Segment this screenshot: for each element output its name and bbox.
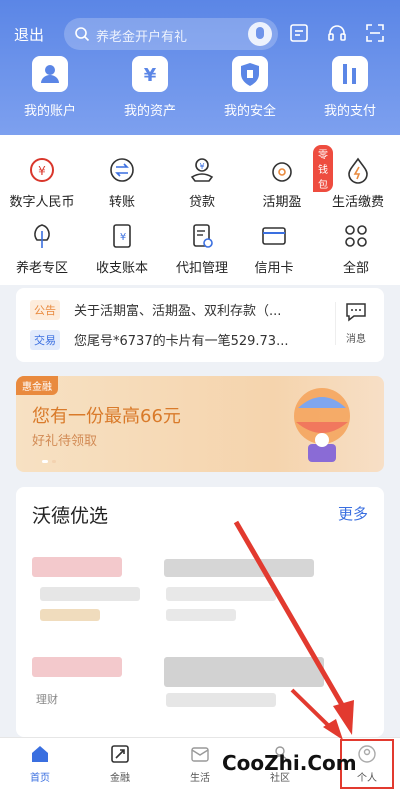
digital-rmb-icon: ¥	[27, 155, 57, 185]
service-loan[interactable]: ¥ 贷款	[162, 155, 242, 210]
blurred-content	[32, 657, 122, 677]
carousel-dot	[52, 460, 56, 463]
carousel-dot	[42, 460, 48, 463]
banner-logo: 惠金融	[16, 376, 58, 395]
watermark: CooZhi.Com	[222, 751, 357, 775]
headset-icon[interactable]	[326, 22, 348, 44]
transaction-tag: 交易	[30, 330, 60, 350]
service-label: 信用卡	[254, 261, 294, 276]
header: 退出 养老金开户有礼 我的账户 ¥ 我的资产 我的安全 我的支付	[0, 0, 400, 135]
quick-my-security[interactable]: 我的安全	[200, 56, 300, 128]
document-icon	[187, 221, 217, 251]
blurred-content	[40, 587, 140, 601]
service-label: 生活缴费	[331, 195, 384, 210]
blurred-content	[40, 609, 100, 621]
yuan-icon: ¥	[132, 56, 168, 92]
quick-my-account[interactable]: 我的账户	[0, 56, 100, 128]
tab-label: 首页	[30, 773, 50, 784]
svg-text:¥: ¥	[120, 232, 126, 243]
service-huoqiying[interactable]: 零钱包 活期盈	[242, 145, 333, 210]
tab-finance[interactable]: 金融	[80, 744, 160, 784]
message-button[interactable]: 消息	[335, 302, 376, 345]
service-credit-card[interactable]: 信用卡	[234, 221, 314, 276]
service-label: 养老专区	[15, 261, 68, 276]
svg-text:¥: ¥	[144, 65, 157, 86]
service-label: 收支账本	[95, 261, 148, 276]
top-bar: 退出 养老金开户有礼	[0, 14, 400, 54]
blurred-content	[164, 559, 314, 577]
service-pension[interactable]: 养老专区	[2, 221, 82, 276]
shield-icon	[232, 56, 268, 92]
service-label: 活期盈	[262, 195, 302, 210]
life-icon	[190, 744, 210, 764]
search-placeholder: 养老金开户有礼	[96, 30, 188, 45]
more-link[interactable]: 更多	[338, 503, 368, 524]
blurred-content	[166, 609, 236, 621]
svg-text:¥: ¥	[38, 164, 46, 178]
scan-icon[interactable]	[364, 22, 386, 44]
pay-icon	[332, 56, 368, 92]
voice-icon[interactable]	[248, 22, 272, 46]
card-icon	[259, 221, 289, 251]
svg-text:¥: ¥	[199, 162, 204, 171]
service-withholding[interactable]: 代扣管理	[162, 221, 242, 276]
transfer-icon	[107, 155, 137, 185]
product-tag: 理财	[36, 693, 58, 706]
money-bag-icon: 零钱包	[267, 145, 333, 192]
person-icon	[32, 56, 68, 92]
blurred-content	[166, 693, 276, 707]
search-icon	[75, 27, 90, 42]
service-grid: ¥ 数字人民币 转账 ¥ 贷款 零钱包 活期盈 生活缴费 养老专区 ¥ 收支账本…	[0, 135, 400, 285]
promo-banner[interactable]: 惠金融 您有一份最高66元 好礼待领取	[16, 376, 384, 472]
quick-label: 我的账户	[23, 104, 76, 119]
section-title: 沃德优选	[32, 505, 109, 527]
quick-label: 我的支付	[323, 104, 376, 119]
service-label: 转账	[108, 195, 135, 210]
ledger-icon: ¥	[107, 221, 137, 251]
service-label: 数字人民币	[9, 195, 75, 210]
exit-button[interactable]: 退出	[14, 24, 44, 45]
blurred-content	[32, 557, 122, 577]
notice-text[interactable]: 关于活期富、活期盈、双利存款（...	[74, 300, 329, 319]
service-all[interactable]: 全部	[316, 221, 396, 276]
tab-label: 金融	[110, 773, 130, 784]
blurred-content	[166, 587, 276, 601]
service-ledger[interactable]: ¥ 收支账本	[82, 221, 162, 276]
quick-my-assets[interactable]: ¥ 我的资产	[100, 56, 200, 128]
service-label: 代扣管理	[175, 261, 228, 276]
tree-icon	[27, 221, 57, 251]
utility-icon	[343, 155, 373, 185]
loan-icon: ¥	[187, 155, 217, 185]
search-bar[interactable]: 养老金开户有礼	[64, 18, 278, 50]
balloon-illustration	[294, 388, 350, 462]
quick-my-payment[interactable]: 我的支付	[300, 56, 400, 128]
banner-title: 您有一份最高66元	[32, 406, 181, 427]
tab-home[interactable]: 首页	[0, 744, 80, 784]
service-label: 全部	[342, 261, 369, 276]
featured-section: 沃德优选 更多 理财	[16, 487, 384, 737]
service-transfer[interactable]: 转账	[82, 155, 162, 210]
home-icon	[30, 744, 50, 764]
quick-label: 我的资产	[123, 104, 176, 119]
blurred-content	[164, 657, 324, 687]
service-label: 贷款	[188, 195, 215, 210]
message-label: 消息	[346, 334, 366, 345]
notice-panel: 公告 关于活期富、活期盈、双利存款（... 交易 您尾号*6737的卡片有一笔5…	[16, 288, 384, 362]
service-utility[interactable]: 生活缴费	[318, 155, 398, 210]
quick-label: 我的安全	[223, 104, 276, 119]
note-icon[interactable]	[288, 22, 310, 44]
notice-tag: 公告	[30, 300, 60, 320]
banner-subtitle: 好礼待领取	[32, 434, 98, 449]
message-icon	[346, 303, 366, 322]
finance-icon	[110, 744, 130, 764]
grid-icon	[341, 221, 371, 251]
transaction-text[interactable]: 您尾号*6737的卡片有一笔529.73...	[74, 330, 329, 349]
service-digital-rmb[interactable]: ¥ 数字人民币	[2, 155, 82, 210]
